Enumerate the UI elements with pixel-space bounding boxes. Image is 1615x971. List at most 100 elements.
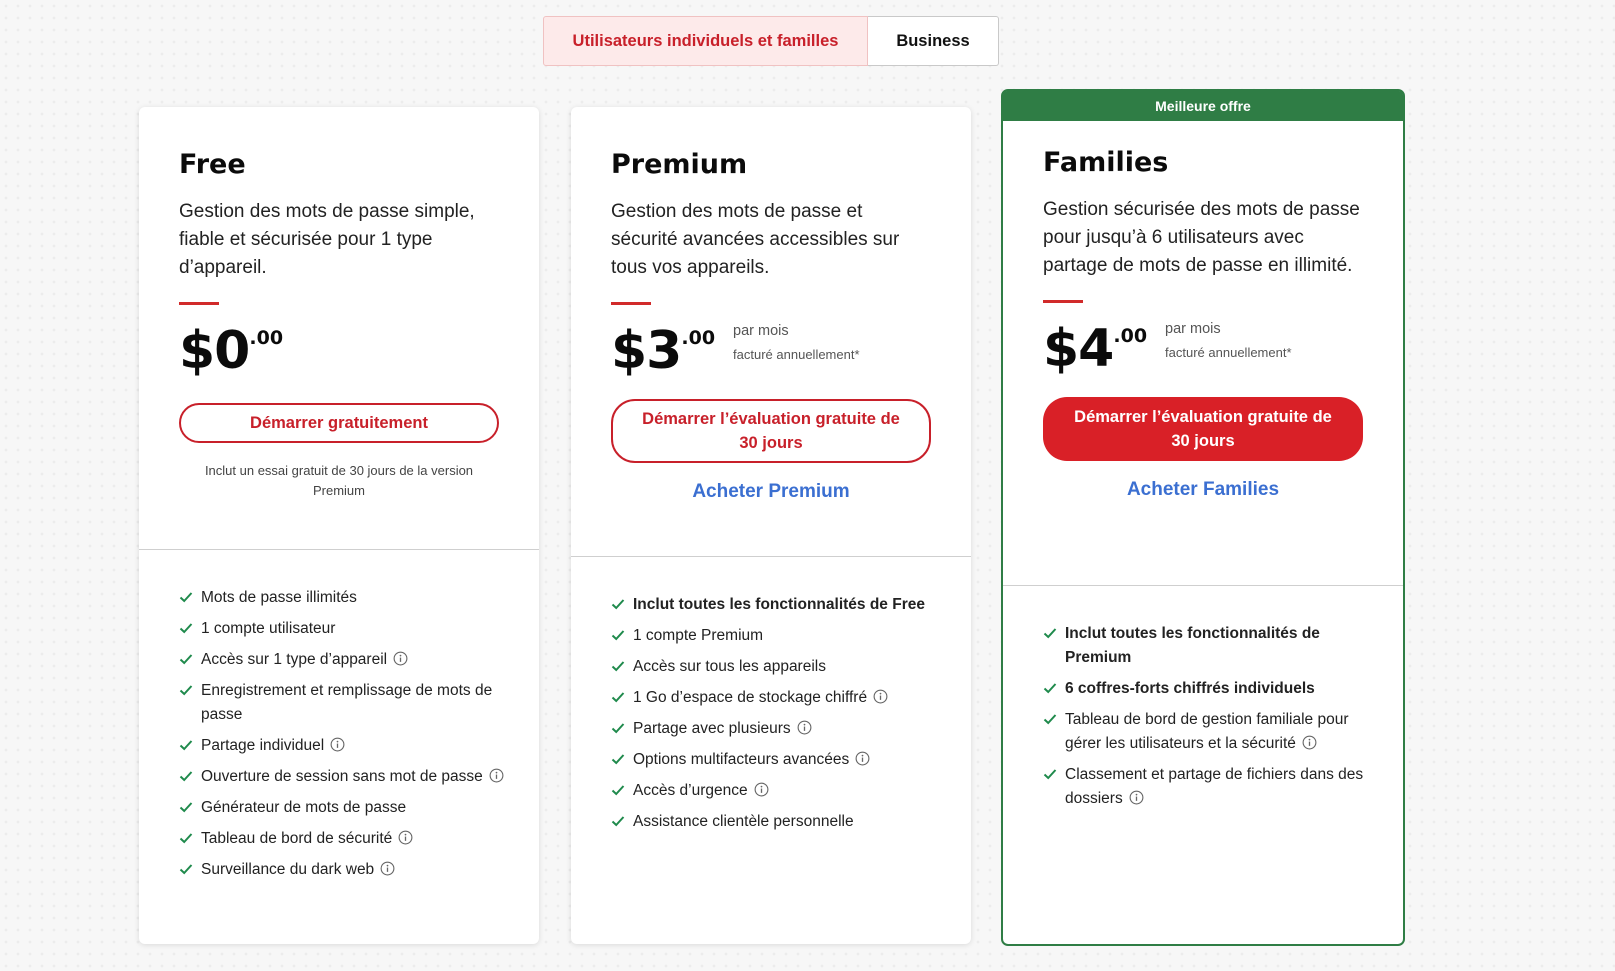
info-icon[interactable] — [489, 768, 504, 783]
feature-item: Accès sur tous les appareils — [611, 655, 941, 679]
feature-text: Enregistrement et remplissage de mots de… — [201, 682, 493, 723]
price-cents: .00 — [1113, 325, 1148, 347]
billing-terms: facturé annuellement* — [733, 347, 860, 362]
price: $0 .00 — [179, 323, 499, 387]
plan-title: Premium — [611, 149, 748, 180]
feature-text: Mots de passe illimités — [201, 589, 357, 606]
feature-item: Surveillance du dark web — [179, 858, 509, 882]
trial-note: Inclut un essai gratuit de 30 jours de l… — [204, 463, 474, 498]
feature-item: 1 Go d’espace de stockage chiffré — [611, 686, 941, 710]
feature-item: Partage individuel — [179, 734, 509, 758]
feature-text: Inclut toutes les fonctionnalités de Pre… — [1065, 625, 1320, 666]
feature-item: Enregistrement et remplissage de mots de… — [179, 679, 509, 727]
feature-text: Options multifacteurs avancées — [633, 751, 850, 768]
card-divider — [1003, 585, 1403, 586]
plan-title: Families — [1043, 147, 1169, 178]
check-icon — [611, 599, 625, 610]
accent-rule — [611, 302, 651, 305]
feature-text: Accès sur 1 type d’appareil — [201, 651, 388, 668]
check-icon — [179, 771, 193, 782]
info-icon[interactable] — [398, 830, 413, 845]
feature-item: Mots de passe illimités — [179, 586, 509, 610]
info-icon[interactable] — [873, 689, 888, 704]
info-icon[interactable] — [393, 651, 408, 666]
feature-text: Surveillance du dark web — [201, 861, 375, 878]
plan-description: Gestion des mots de passe simple, fiable… — [179, 201, 475, 278]
tab-business[interactable]: Business — [868, 16, 999, 66]
plan-description: Gestion sécurisée des mots de passe pour… — [1043, 199, 1360, 276]
info-icon[interactable] — [855, 751, 870, 766]
feature-item: 1 compte utilisateur — [179, 617, 509, 641]
check-icon — [611, 692, 625, 703]
check-icon — [611, 816, 625, 827]
feature-text: Tableau de bord de sécurité — [201, 830, 393, 847]
check-icon — [1043, 714, 1057, 725]
info-icon[interactable] — [797, 720, 812, 735]
billing-period: par mois — [1165, 321, 1221, 337]
feature-item: Assistance clientèle personnelle — [611, 810, 941, 834]
feature-item: 1 compte Premium — [611, 624, 941, 648]
feature-item: Classement et partage de fichiers dans d… — [1043, 763, 1373, 811]
feature-text: Ouverture de session sans mot de passe — [201, 768, 483, 785]
tab-individuals-families[interactable]: Utilisateurs individuels et familles — [543, 16, 868, 66]
info-icon[interactable] — [1302, 735, 1317, 750]
feature-text: Générateur de mots de passe — [201, 799, 407, 816]
feature-text: Inclut toutes les fonctionnalités de Fre… — [633, 596, 925, 613]
feature-text: Partage avec plusieurs — [633, 720, 791, 737]
check-icon — [179, 864, 193, 875]
feature-item: Accès d’urgence — [611, 779, 941, 803]
buy-families-link[interactable]: Acheter Families — [1043, 479, 1363, 501]
feature-text: Accès sur tous les appareils — [633, 658, 826, 675]
feature-item: Partage avec plusieurs — [611, 717, 941, 741]
feature-text: 6 coffres-forts chiffrés individuels — [1065, 680, 1315, 697]
feature-item: Ouverture de session sans mot de passe — [179, 765, 509, 789]
feature-item: Inclut toutes les fonctionnalités de Pre… — [1043, 622, 1373, 670]
feature-item: Tableau de bord de gestion familiale pou… — [1043, 708, 1373, 756]
best-offer-badge: Meilleure offre — [1003, 91, 1403, 121]
feature-item: Options multifacteurs avancées — [611, 748, 941, 772]
check-icon — [611, 661, 625, 672]
billing-period: par mois — [733, 323, 789, 339]
feature-text: 1 compte Premium — [633, 627, 764, 644]
info-icon[interactable] — [380, 861, 395, 876]
feature-text: Classement et partage de fichiers dans d… — [1065, 766, 1364, 807]
feature-list: Inclut toutes les fonctionnalités de Pre… — [1043, 622, 1373, 818]
plan-title: Free — [179, 149, 246, 180]
info-icon[interactable] — [1129, 790, 1144, 805]
check-icon — [611, 785, 625, 796]
feature-text: 1 compte utilisateur — [201, 620, 336, 637]
price-whole: $0 — [179, 321, 250, 381]
start-trial-button[interactable]: Démarrer l’évaluation gratuite de 30 jou… — [611, 399, 931, 463]
feature-item: 6 coffres-forts chiffrés individuels — [1043, 677, 1373, 701]
check-icon — [611, 630, 625, 641]
plan-card-premium: Premium Gestion des mots de passe et séc… — [571, 107, 971, 944]
check-icon — [179, 654, 193, 665]
audience-tabs: Utilisateurs individuels et familles Bus… — [543, 16, 999, 66]
check-icon — [611, 754, 625, 765]
feature-text: Accès d’urgence — [633, 782, 748, 799]
check-icon — [179, 833, 193, 844]
billing-info: par mois facturé annuellement* — [1165, 321, 1291, 360]
price-cents: .00 — [681, 327, 716, 349]
price-whole: $3 — [611, 321, 682, 381]
plan-card-families: Meilleure offre Families Gestion sécuris… — [1001, 89, 1405, 946]
check-icon — [1043, 769, 1057, 780]
check-icon — [179, 740, 193, 751]
feature-text: Partage individuel — [201, 737, 325, 754]
check-icon — [611, 723, 625, 734]
info-icon[interactable] — [330, 737, 345, 752]
start-trial-button[interactable]: Démarrer l’évaluation gratuite de 30 jou… — [1043, 397, 1363, 461]
feature-item: Accès sur 1 type d’appareil — [179, 648, 509, 672]
accent-rule — [1043, 300, 1083, 303]
feature-list: Inclut toutes les fonctionnalités de Fre… — [611, 593, 941, 841]
billing-terms: facturé annuellement* — [1165, 345, 1292, 360]
buy-premium-link[interactable]: Acheter Premium — [611, 481, 931, 503]
check-icon — [179, 802, 193, 813]
billing-info: par mois facturé annuellement* — [733, 323, 859, 362]
start-free-button[interactable]: Démarrer gratuitement — [179, 403, 499, 443]
check-icon — [1043, 683, 1057, 694]
info-icon[interactable] — [754, 782, 769, 797]
card-divider — [571, 556, 971, 557]
check-icon — [179, 685, 193, 696]
plan-description: Gestion des mots de passe et sécurité av… — [611, 201, 900, 278]
